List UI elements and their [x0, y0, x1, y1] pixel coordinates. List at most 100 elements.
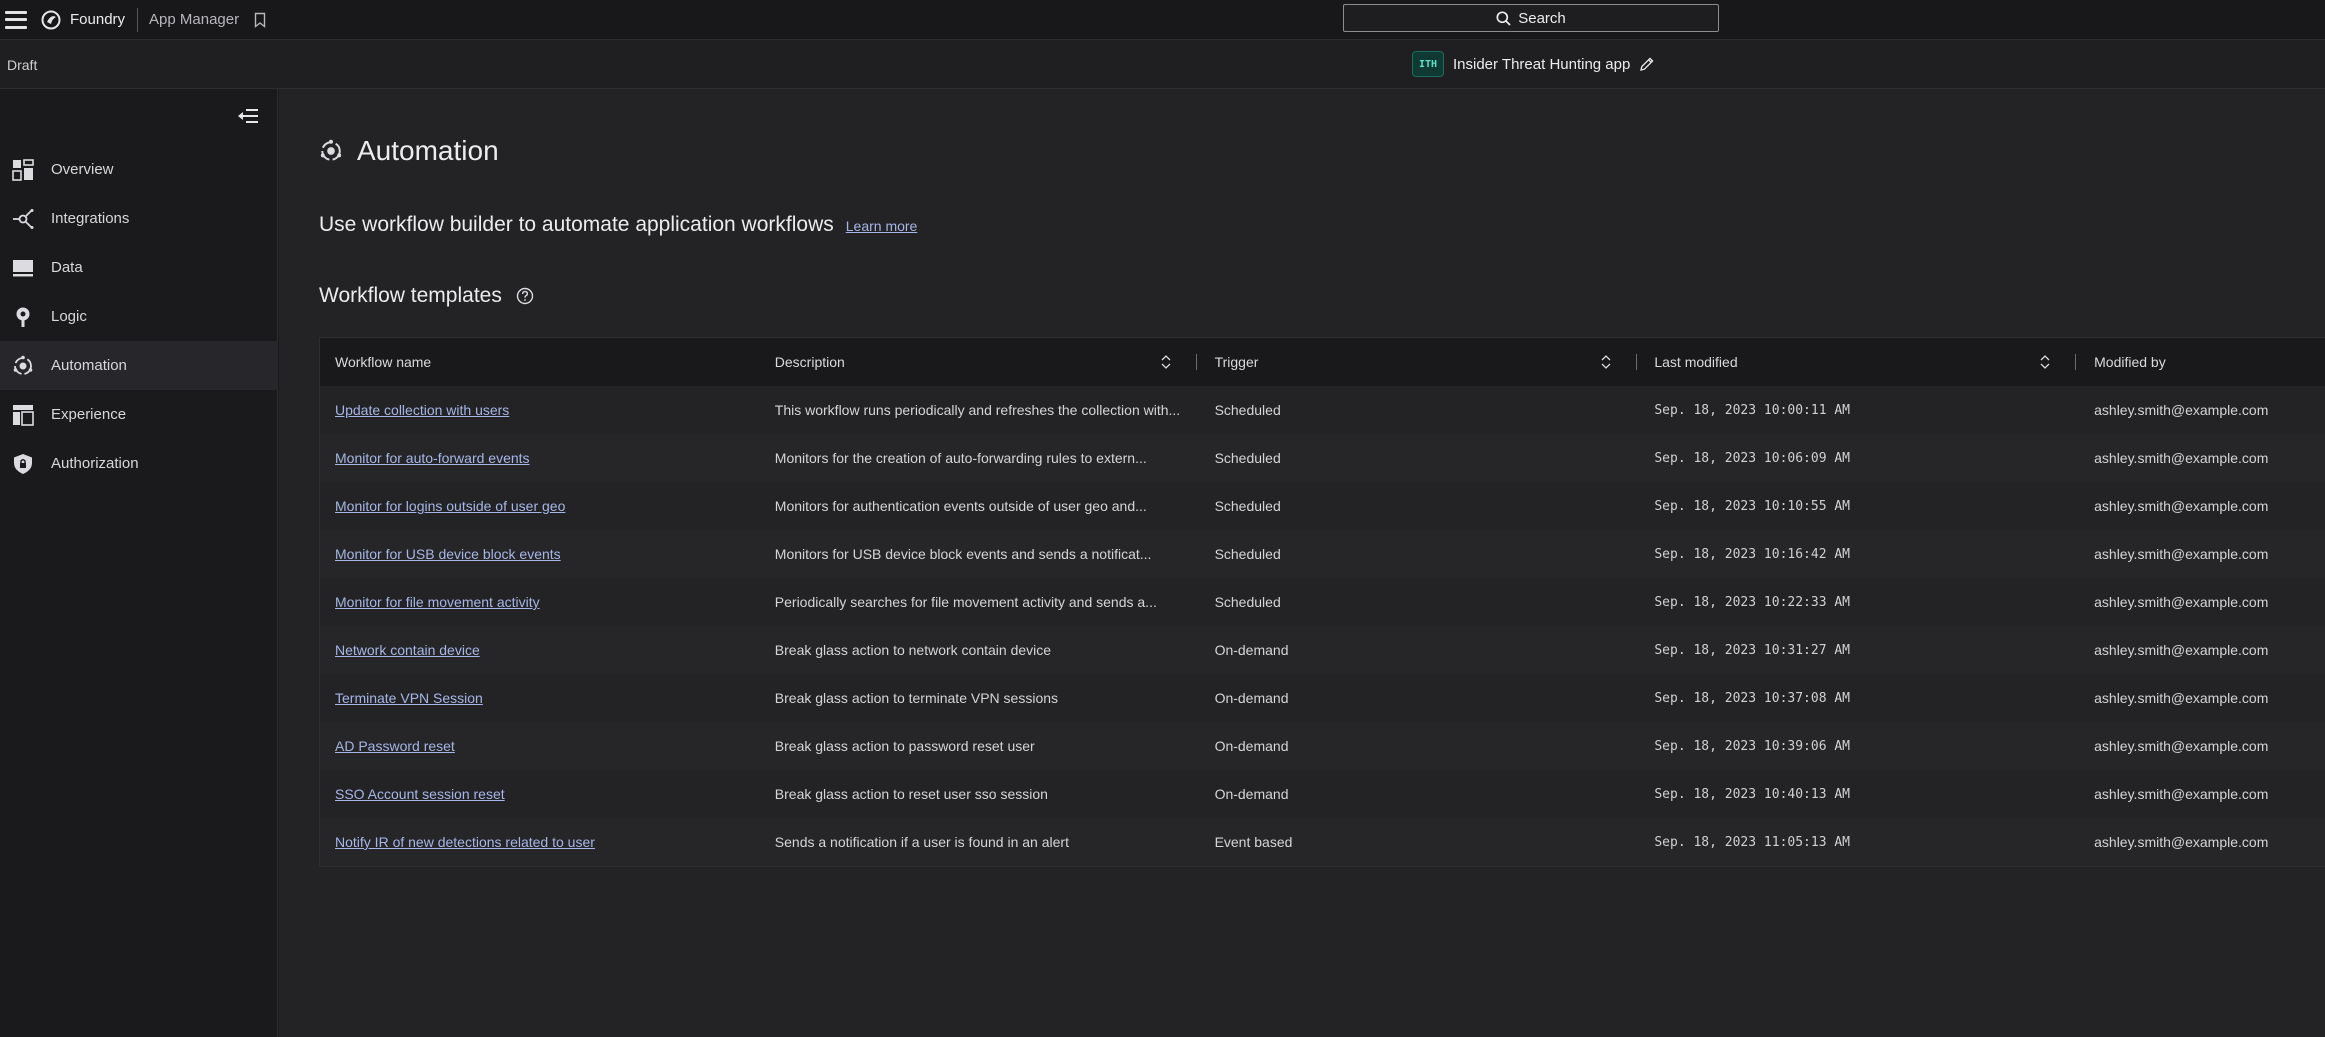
table-row: Terminate VPN Session Break glass action … [320, 674, 2325, 722]
workflow-trigger: Scheduled [1214, 450, 1281, 466]
grid-icon [12, 158, 34, 181]
column-header-modified-by: Modified by [2079, 338, 2325, 386]
tagline-row: Use workflow builder to automate applica… [319, 213, 917, 237]
table-row: AD Password reset Break glass action to p… [320, 722, 2325, 770]
workflow-modified-by: ashley.smith@example.com [2094, 786, 2269, 802]
app-icon: ITH [1412, 51, 1444, 77]
table-row: Monitor for auto-forward events Monitors … [320, 434, 2325, 482]
workflow-last-modified: Sep. 18, 2023 10:40:13 AM [1654, 786, 1851, 802]
sort-icon[interactable] [2039, 355, 2051, 369]
sidebar-item-label: Logic [51, 308, 87, 325]
workflow-trigger: Scheduled [1214, 546, 1281, 562]
table-header: Workflow name Description Trigger Last m… [320, 338, 2325, 386]
workflow-templates-table: Workflow name Description Trigger Last m… [319, 337, 2325, 867]
monitor-icon [13, 259, 33, 276]
breadcrumb-app-manager[interactable]: App Manager [149, 11, 239, 28]
sidebar-item-authorization[interactable]: Authorization [0, 439, 278, 488]
main-content: Automation Use workflow builder to autom… [279, 89, 2325, 1037]
workflow-trigger: Scheduled [1214, 594, 1281, 610]
workflow-last-modified: Sep. 18, 2023 10:31:27 AM [1654, 642, 1851, 658]
workflow-name-link[interactable]: Notify IR of new detections related to u… [320, 834, 760, 850]
workflow-description: Break glass action to reset user sso ses… [774, 786, 1048, 802]
sort-icon[interactable] [1160, 355, 1172, 369]
column-resize-handle[interactable] [1635, 354, 1637, 370]
workflow-modified-by: ashley.smith@example.com [2094, 834, 2269, 850]
sidebar-item-data[interactable]: Data [0, 243, 278, 292]
sidebar-item-label: Integrations [51, 210, 130, 227]
column-header-workflow-name: Workflow name [320, 338, 760, 386]
column-resize-handle[interactable] [1195, 354, 1197, 370]
section-header: Workflow templates [319, 284, 534, 308]
workflow-modified-by: ashley.smith@example.com [2094, 402, 2269, 418]
sidebar-item-overview[interactable]: Overview [0, 145, 278, 194]
sidebar-item-logic[interactable]: Logic [0, 292, 278, 341]
section-title: Workflow templates [319, 284, 502, 307]
workflow-description: Sends a notification if a user is found … [774, 834, 1069, 850]
page-header: Automation [319, 135, 499, 167]
search-input[interactable]: Search [1343, 4, 1719, 32]
search-label: Search [1518, 9, 1566, 27]
workflow-trigger: On-demand [1214, 786, 1289, 802]
workflow-last-modified: Sep. 18, 2023 10:00:11 AM [1654, 402, 1851, 418]
table-row: Monitor for file movement activity Period… [320, 578, 2325, 626]
workflow-modified-by: ashley.smith@example.com [2094, 498, 2269, 514]
collapse-sidebar-icon[interactable] [237, 107, 259, 125]
automation-icon [320, 139, 342, 161]
workflow-trigger: Event based [1214, 834, 1293, 850]
table-row: SSO Account session reset Break glass act… [320, 770, 2325, 818]
sidebar-item-label: Overview [51, 161, 114, 178]
sidebar-item-automation[interactable]: Automation [0, 341, 278, 390]
workflow-description: Monitors for authentication events outsi… [774, 498, 1147, 514]
workflow-last-modified: Sep. 18, 2023 11:05:13 AM [1654, 834, 1851, 850]
workflow-name-link[interactable]: Monitor for logins outside of user geo [320, 498, 760, 514]
menu-icon[interactable] [5, 10, 27, 29]
edit-pencil-icon[interactable] [1639, 56, 1655, 72]
workflow-trigger: Scheduled [1214, 402, 1281, 418]
table-row: Monitor for logins outside of user geo Mo… [320, 482, 2325, 530]
workflow-modified-by: ashley.smith@example.com [2094, 738, 2269, 754]
sidebar-item-experience[interactable]: Experience [0, 390, 278, 439]
workflow-name-link[interactable]: Update collection with users [320, 402, 760, 418]
workflow-description: Break glass action to password reset use… [774, 738, 1035, 754]
app-subbar: Draft ITH Insider Threat Hunting app [0, 40, 2325, 89]
status-badge: Draft [7, 57, 38, 73]
workflow-last-modified: Sep. 18, 2023 10:39:06 AM [1654, 738, 1851, 754]
workflow-trigger: On-demand [1214, 642, 1289, 658]
workflow-description: This workflow runs periodically and refr… [774, 402, 1181, 418]
sort-icon[interactable] [1600, 355, 1612, 369]
column-header-last-modified[interactable]: Last modified [1639, 338, 2079, 386]
sidebar-item-label: Data [51, 259, 83, 276]
workflow-modified-by: ashley.smith@example.com [2094, 594, 2269, 610]
bookmark-icon[interactable] [254, 12, 266, 28]
column-header-label: Last modified [1654, 354, 1738, 370]
workflow-name-link[interactable]: Terminate VPN Session [320, 690, 760, 706]
workflow-name-link[interactable]: SSO Account session reset [320, 786, 760, 802]
column-resize-handle[interactable] [2075, 354, 2077, 370]
workflow-name-link[interactable]: Monitor for file movement activity [320, 594, 760, 610]
workflow-description: Periodically searches for file movement … [774, 594, 1157, 610]
workflow-name-link[interactable]: Monitor for auto-forward events [320, 450, 760, 466]
sidebar-item-integrations[interactable]: Integrations [0, 194, 278, 243]
lightbulb-icon [16, 307, 30, 327]
workflow-trigger: On-demand [1214, 738, 1289, 754]
workflow-name-link[interactable]: AD Password reset [320, 738, 760, 754]
help-icon[interactable] [516, 287, 534, 305]
page-title: Automation [357, 135, 499, 166]
workflow-name-link[interactable]: Monitor for USB device block events [320, 546, 760, 562]
column-header-description[interactable]: Description [760, 338, 1200, 386]
workflow-description: Monitors for the creation of auto-forwar… [774, 450, 1147, 466]
workflow-name-link[interactable]: Network contain device [320, 642, 760, 658]
top-bar: Foundry App Manager Search [0, 0, 2325, 40]
column-header-label: Trigger [1214, 354, 1259, 370]
column-header-label: Workflow name [335, 354, 432, 370]
workflow-description: Break glass action to terminate VPN sess… [774, 690, 1059, 706]
app-title-group: ITH Insider Threat Hunting app [1412, 50, 1655, 78]
workflow-modified-by: ashley.smith@example.com [2094, 546, 2269, 562]
automation-icon [13, 355, 33, 375]
brand-name[interactable]: Foundry [70, 11, 125, 28]
sidebar-item-label: Automation [51, 357, 127, 374]
column-header-trigger[interactable]: Trigger [1200, 338, 1640, 386]
learn-more-link[interactable]: Learn more [846, 218, 918, 234]
workflow-modified-by: ashley.smith@example.com [2094, 690, 2269, 706]
table-row: Monitor for USB device block events Monit… [320, 530, 2325, 578]
